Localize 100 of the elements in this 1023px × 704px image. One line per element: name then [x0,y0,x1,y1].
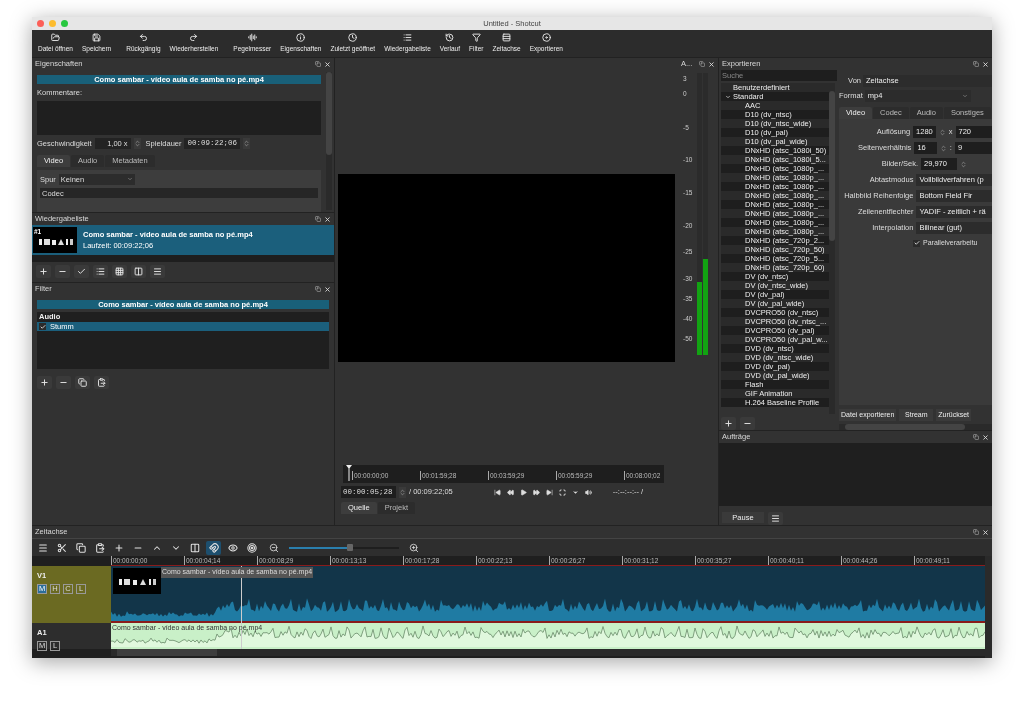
columns-view-icon [134,267,143,276]
checkbox[interactable] [913,239,920,247]
play-button[interactable] [519,488,527,496]
grid-view-button[interactable] [112,265,127,278]
paste-icon [94,542,105,553]
scrollbar[interactable] [829,83,835,414]
zoom-in-button[interactable] [409,542,419,553]
remove-button[interactable] [56,376,71,389]
level-meter-icon [247,33,257,43]
copy-button[interactable] [73,540,88,555]
ripple-button[interactable] [244,540,259,555]
float-icon [972,529,979,535]
add-icon [724,419,733,428]
add-button[interactable] [36,265,51,278]
volume-icon [584,488,592,496]
float-icon [972,434,979,440]
float-icon [314,286,321,292]
close-icon [324,285,331,293]
zoom-in-icon [409,542,419,553]
skip-forward-icon [545,488,553,496]
menu-icon [153,267,162,276]
close-button[interactable] [324,215,331,223]
info-icon [296,33,306,43]
add-icon [40,378,49,387]
fast-forward-icon [532,488,540,496]
scrub-icon [227,542,238,553]
close-icon [324,60,331,68]
columns-view-button[interactable] [131,265,146,278]
clock-icon [348,33,358,43]
snap-icon [208,542,219,553]
checkbox[interactable] [39,323,46,330]
close-icon [982,528,989,536]
folder-icon [50,33,60,43]
caret-icon [961,93,968,99]
float-icon [698,61,705,67]
save-icon [92,33,102,43]
undo-icon [138,33,148,43]
append-icon [113,542,124,553]
remove-button[interactable] [55,265,70,278]
menu-icon [771,514,780,523]
snap-button[interactable] [206,540,221,555]
horizontal-scrollbar[interactable] [111,649,985,656]
skip-forward-button[interactable] [545,488,553,496]
close-button[interactable] [324,60,331,68]
caret-icon [571,488,579,496]
rewind-button[interactable] [506,488,514,496]
grid-view-icon [115,267,124,276]
add-icon [39,267,48,276]
menu-icon [37,542,48,553]
redo-icon [189,33,199,43]
copy-button[interactable] [75,376,90,389]
caret-icon [126,176,133,183]
float-icon [314,61,321,67]
add-button[interactable] [721,417,736,430]
horizontal-scrollbar[interactable] [839,424,992,430]
ripple-icon [246,542,257,553]
close-icon [982,433,989,441]
float-icon [314,216,321,222]
history-icon [445,33,455,43]
close-icon [324,215,331,223]
split-icon [189,542,200,553]
tree-caret[interactable] [725,93,733,100]
close-button[interactable] [982,433,989,441]
list-view-icon [96,267,105,276]
disc-icon [541,33,551,43]
list-icon [402,33,412,43]
scrollbar[interactable] [326,72,332,210]
menu-button[interactable] [150,265,165,278]
skip-back-icon [493,488,501,496]
zoom-out-icon [269,542,279,553]
zoom-slider[interactable] [289,546,399,549]
remove-button[interactable] [740,417,755,430]
fast-forward-button[interactable] [532,488,540,496]
close-icon [982,60,989,68]
caret-button[interactable] [571,488,579,496]
timeline-icon [502,33,512,43]
zoom-icon [558,488,566,496]
close-button[interactable] [982,528,989,536]
cut-icon [56,542,67,553]
volume-button[interactable] [584,488,592,496]
close-button[interactable] [324,285,331,293]
add-button[interactable] [37,376,52,389]
check-button[interactable] [74,265,89,278]
list-view-button[interactable] [93,265,108,278]
skip-back-button[interactable] [493,488,501,496]
filter-icon [471,33,481,43]
menu-button[interactable] [768,512,783,525]
float-icon [972,61,979,67]
paste-button[interactable] [94,376,109,389]
zoom-button[interactable] [558,488,566,496]
play-icon [519,488,527,496]
paste-icon [97,378,106,387]
zoom-out-button[interactable] [269,542,279,553]
rewind-icon [506,488,514,496]
copy-icon [75,542,86,553]
check-icon [77,267,86,276]
scrollbar[interactable] [985,556,992,658]
close-button[interactable] [708,60,715,68]
playhead-icon [346,465,352,481]
close-button[interactable] [982,60,989,68]
